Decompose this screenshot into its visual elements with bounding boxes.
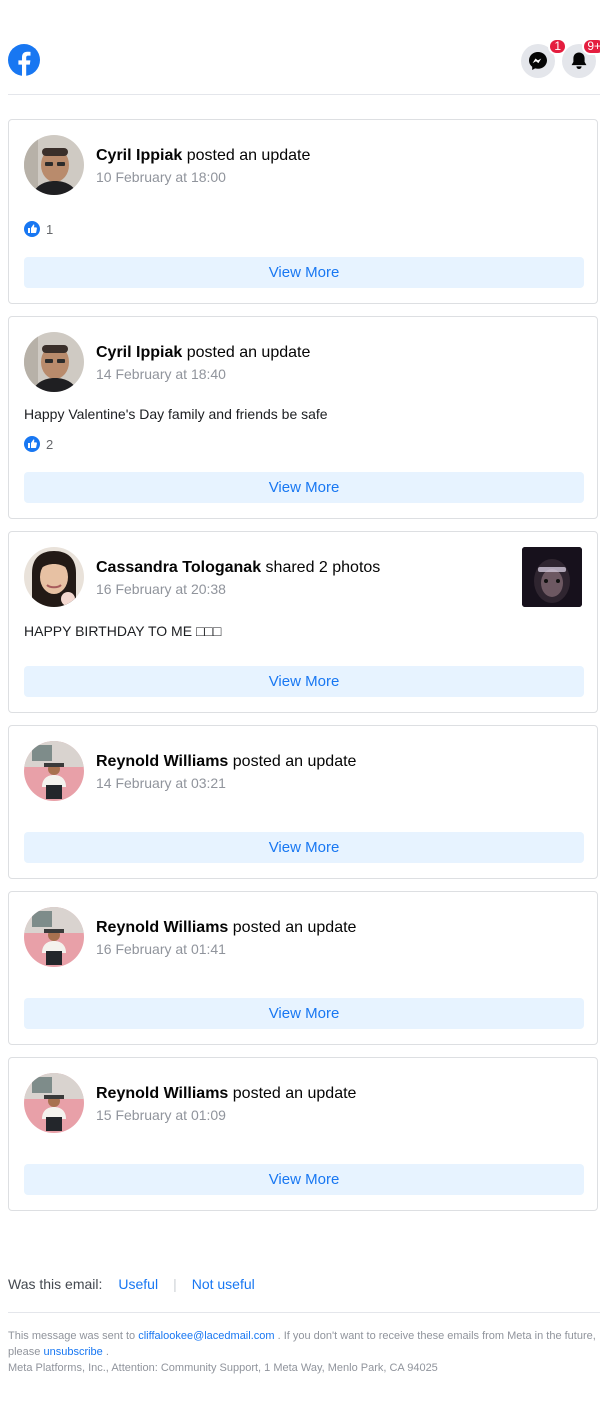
avatar[interactable]	[24, 741, 84, 801]
post-text: Happy Valentine's Day family and friends…	[24, 406, 328, 422]
action-text: posted an update	[232, 1085, 357, 1102]
view-more-button[interactable]: View More	[24, 257, 584, 288]
like-count: 1	[46, 221, 54, 237]
timestamp: 15 February at 01:09	[96, 1107, 226, 1123]
notification-card: Cassandra Tologanak shared 2 photos 16 F…	[8, 531, 598, 713]
action-text: posted an update	[186, 147, 311, 164]
facebook-logo-icon[interactable]	[8, 44, 40, 76]
company-address: Meta Platforms, Inc., Attention: Communi…	[8, 1362, 438, 1374]
email-footer: This message was sent to cliffalookee@la…	[8, 1328, 600, 1376]
action-text: shared 2 photos	[265, 559, 381, 576]
notification-card: Reynold Williams posted an update 14 Feb…	[8, 725, 598, 879]
unsubscribe-link[interactable]: unsubscribe	[43, 1346, 102, 1358]
author-name[interactable]: Cyril Ippiak	[96, 147, 182, 164]
not-useful-link[interactable]: Not useful	[192, 1276, 255, 1292]
avatar[interactable]	[24, 1073, 84, 1133]
view-more-button[interactable]: View More	[24, 472, 584, 503]
timestamp: 14 February at 03:21	[96, 775, 226, 791]
reactions: 1	[24, 221, 53, 237]
timestamp: 10 February at 18:00	[96, 169, 226, 185]
notification-card: Cyril Ippiak posted an update 10 Februar…	[8, 119, 598, 304]
useful-link[interactable]: Useful	[118, 1276, 158, 1292]
like-count: 2	[46, 436, 54, 452]
photo-thumbnail[interactable]	[522, 547, 582, 607]
notification-card: Cyril Ippiak posted an update 14 Februar…	[8, 316, 598, 519]
notification-card: Reynold Williams posted an update 15 Feb…	[8, 1057, 598, 1211]
divider	[8, 1312, 600, 1313]
messenger-icon	[529, 52, 547, 70]
author-name[interactable]: Cassandra Tologanak	[96, 559, 261, 576]
timestamp: 16 February at 20:38	[96, 581, 226, 597]
notifications-badge: 9+	[582, 38, 600, 55]
feedback-prompt: Was this email:	[8, 1276, 103, 1292]
notification-card: Reynold Williams posted an update 16 Feb…	[8, 891, 598, 1045]
author-name[interactable]: Cyril Ippiak	[96, 344, 182, 361]
author-name[interactable]: Reynold Williams	[96, 1085, 228, 1102]
footer-period: .	[105, 1346, 109, 1358]
feedback-separator: |	[173, 1276, 177, 1292]
author-name[interactable]: Reynold Williams	[96, 753, 228, 770]
avatar[interactable]	[24, 332, 84, 392]
view-more-button[interactable]: View More	[24, 998, 584, 1029]
view-more-button[interactable]: View More	[24, 832, 584, 863]
avatar[interactable]	[24, 135, 84, 195]
action-text: posted an update	[186, 344, 311, 361]
notifications-button[interactable]: 9+	[562, 38, 600, 78]
avatar[interactable]	[24, 547, 84, 607]
like-icon	[24, 436, 40, 452]
view-more-button[interactable]: View More	[24, 1164, 584, 1195]
post-text: HAPPY BIRTHDAY TO ME □□□	[24, 623, 222, 639]
avatar[interactable]	[24, 907, 84, 967]
messenger-button[interactable]: 1	[521, 38, 567, 78]
like-icon	[24, 221, 40, 237]
view-more-button[interactable]: View More	[24, 666, 584, 697]
feedback-row: Was this email: Useful | Not useful	[8, 1276, 255, 1292]
action-text: posted an update	[232, 919, 357, 936]
action-text: posted an update	[232, 753, 357, 770]
email-header: 1 9+	[8, 0, 600, 95]
recipient-email-link[interactable]: cliffalookee@lacedmail.com	[138, 1330, 274, 1342]
timestamp: 14 February at 18:40	[96, 366, 226, 382]
footer-sent-prefix: This message was sent to	[8, 1330, 136, 1342]
author-name[interactable]: Reynold Williams	[96, 919, 228, 936]
timestamp: 16 February at 01:41	[96, 941, 226, 957]
reactions: 2	[24, 436, 53, 452]
